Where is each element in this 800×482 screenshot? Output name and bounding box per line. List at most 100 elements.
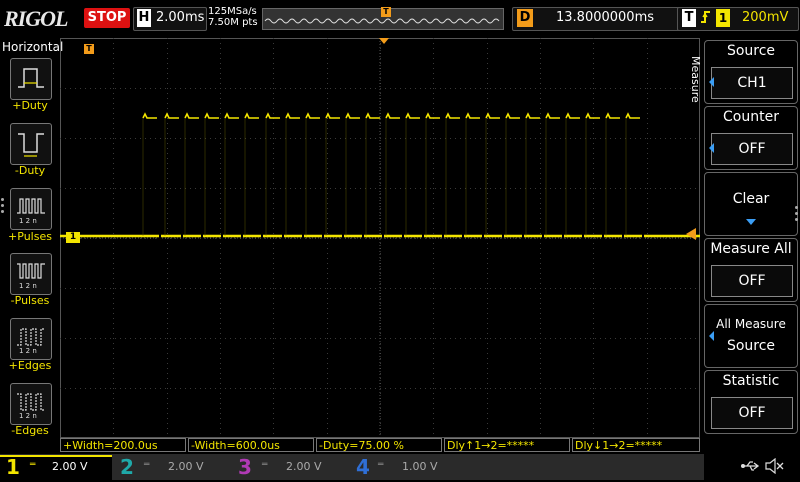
trigger-time-marker: T [84, 44, 94, 54]
ch1-baseline-gap [221, 233, 223, 239]
source-value: CH1 [711, 67, 793, 99]
ch1-pulse-top [365, 112, 380, 119]
ch1-baseline-gap [261, 233, 263, 239]
ch1-pulse-top [625, 112, 640, 119]
ch1-ground-marker[interactable]: 1 [66, 232, 80, 243]
panel-scroll-dot [1, 198, 4, 201]
ch1-pulse-top [224, 112, 239, 119]
ch1-baseline-gap [582, 233, 584, 239]
ch1-pulse-top [445, 112, 460, 119]
ch1-pulse-top [265, 112, 280, 119]
ch1-baseline-gap [302, 233, 304, 239]
ch1-baseline-gap [522, 233, 524, 239]
ch1-pulse-top [305, 112, 320, 119]
panel-scroll-dot [795, 212, 798, 215]
ch3-scale: 2.00 V [286, 460, 322, 473]
ch1-baseline-gap [362, 233, 364, 239]
negative-duty-button[interactable] [10, 123, 52, 165]
clear-softkey[interactable]: Clear [704, 172, 798, 236]
ch1-baseline-gap [181, 233, 183, 239]
down-arrow-icon [746, 219, 756, 225]
rigol-logo: RIGOL [4, 6, 68, 31]
ch1-baseline-gap [201, 233, 203, 239]
left-arrow-icon [709, 331, 714, 341]
positive-pulses-button[interactable]: 1 2 n [10, 188, 52, 230]
ch1-baseline-gap [542, 233, 544, 239]
trigger-source-channel: 1 [716, 9, 730, 27]
ch1-pulse-top [405, 112, 420, 119]
negative-pulses-icon: 1 2 n [17, 263, 45, 290]
ch1-pulse-top [485, 112, 500, 119]
ch1-baseline-gap [482, 233, 484, 239]
ch3-number[interactable]: 3 [238, 455, 252, 479]
trigger-level-marker[interactable] [686, 228, 696, 240]
left-arrow-icon [709, 77, 714, 87]
trigger-label: T [682, 9, 696, 27]
ch1-pulse-top [605, 112, 620, 119]
speaker-muted-icon[interactable] [764, 457, 784, 478]
ch1-pulse-top [142, 112, 157, 119]
all-measure-source-softkey[interactable]: All Measure Source [704, 304, 798, 368]
timebase-value: 2.00ms [156, 10, 205, 25]
trigger-position-marker: T [381, 7, 391, 17]
ch1-pulse-top [565, 112, 580, 119]
sample-rate-info: 125MSa/s 7.50M pts [208, 6, 258, 28]
delay-value: 13.8000000ms [556, 10, 655, 25]
run-stop-status[interactable]: STOP [84, 8, 130, 28]
counter-softkey[interactable]: Counter OFF [704, 106, 798, 170]
ch1-pulse-top [525, 112, 540, 119]
waveform-grid [60, 38, 700, 438]
ch1-baseline-gap [622, 233, 624, 239]
ch1-pulse-top [585, 112, 600, 119]
falling-edges-button[interactable]: 1 2 n [10, 383, 52, 425]
negative-duty-icon [18, 133, 44, 157]
source-softkey[interactable]: Source CH1 [704, 40, 798, 104]
svg-text:1 2 n: 1 2 n [19, 347, 37, 355]
statistic-softkey[interactable]: Statistic OFF [704, 370, 798, 434]
measure-all-value: OFF [711, 265, 793, 297]
measure-all-softkey[interactable]: Measure All OFF [704, 238, 798, 302]
ch1-pulse-top [285, 112, 300, 119]
ch1-baseline-gap [422, 233, 424, 239]
measurement-negative-duty: -Duty=75.00 % [316, 438, 442, 452]
ch1-pulse-top [164, 112, 179, 119]
ch1-baseline-gap [402, 233, 404, 239]
ch1-pulse-top [345, 112, 360, 119]
ch1-baseline-gap [562, 233, 564, 239]
ch3-coupling-icon: ═ [262, 460, 268, 470]
rising-edges-button[interactable]: 1 2 n [10, 318, 52, 360]
ch1-baseline-gap [602, 233, 604, 239]
all-measure-source-line2: Source [726, 338, 776, 354]
falling-edges-icon: 1 2 n [17, 393, 45, 420]
ch1-pulse-top [425, 112, 440, 119]
delay-label: D [517, 9, 533, 27]
measurement-delay-falling: Dly↓1→2=***** [572, 438, 700, 452]
positive-duty-button[interactable] [10, 58, 52, 100]
panel-scroll-dot [795, 218, 798, 221]
ch1-baseline-gap [342, 233, 344, 239]
waveform-display[interactable] [60, 38, 700, 438]
ch2-number[interactable]: 2 [120, 455, 134, 479]
ch1-baseline-gap [642, 233, 644, 239]
ch4-coupling-icon: ═ [378, 460, 384, 470]
rising-edges-icon: 1 2 n [17, 328, 45, 355]
negative-pulses-label: -Pulses [10, 294, 50, 307]
measure-menu-tab: Measure [686, 56, 702, 106]
counter-title: Counter [723, 109, 779, 125]
positive-duty-icon [18, 68, 44, 88]
memory-depth: 7.50M pts [208, 17, 258, 28]
rising-edge-icon [700, 9, 712, 29]
left-arrow-icon [709, 143, 714, 153]
ch1-baseline-gap [382, 233, 384, 239]
svg-text:1 2 n: 1 2 n [19, 282, 37, 290]
ch4-number[interactable]: 4 [356, 455, 370, 479]
positive-pulses-icon: 1 2 n [17, 198, 45, 225]
statistic-value: OFF [711, 397, 793, 429]
trigger-center-marker [379, 38, 389, 44]
ch2-coupling-icon: ═ [144, 460, 150, 470]
trigger-level: 200mV [742, 10, 789, 25]
negative-pulses-button[interactable]: 1 2 n [10, 253, 52, 295]
panel-scroll-dot [1, 210, 4, 213]
horizontal-menu-title: Horizontal [2, 40, 64, 54]
negative-duty-label: -Duty [14, 164, 46, 177]
